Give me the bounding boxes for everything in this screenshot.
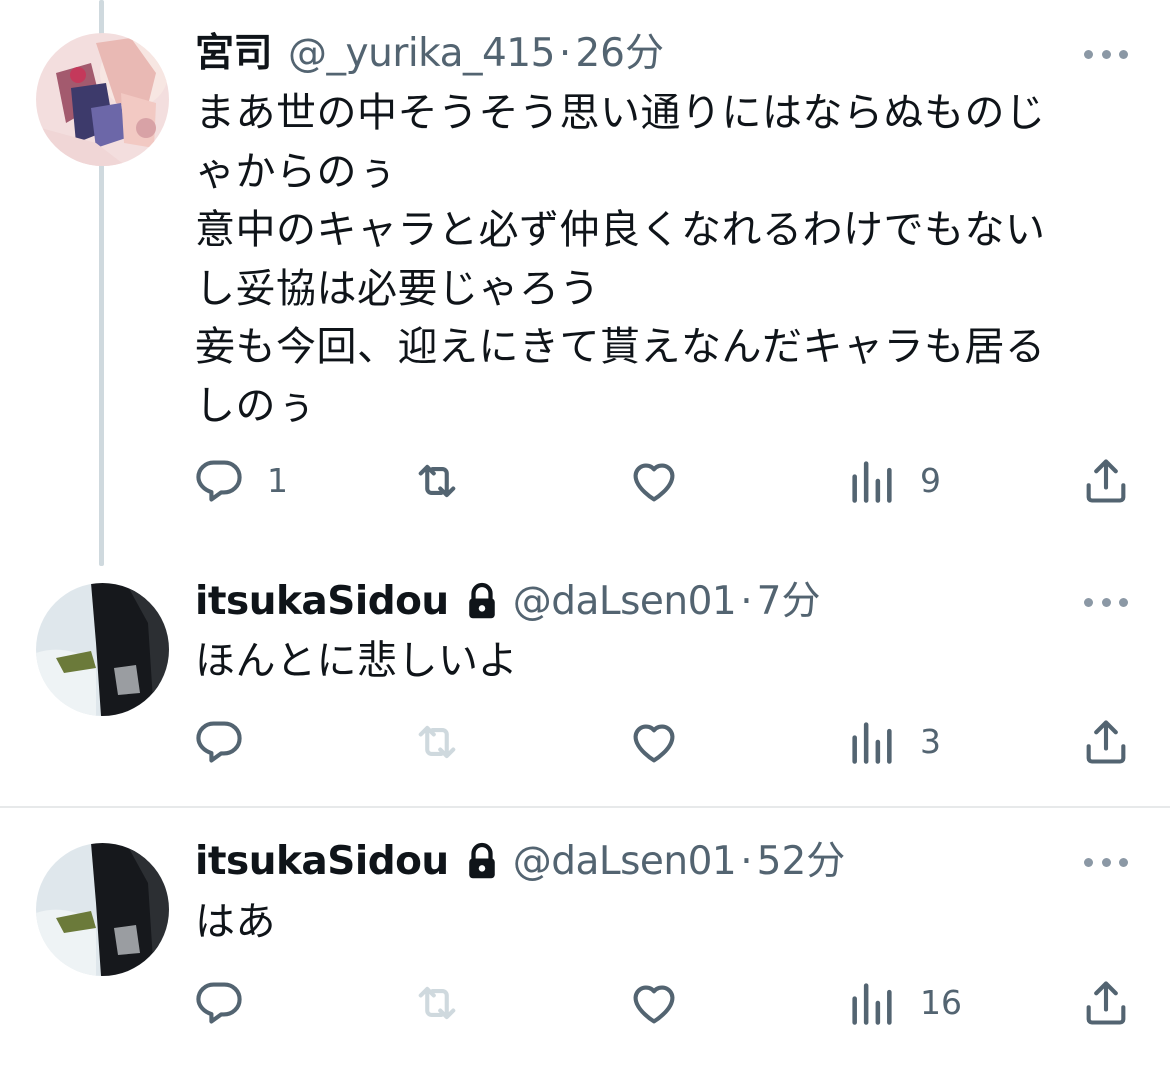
tweet-header: itsukaSidou @daLsen01 · 7分 xyxy=(195,576,820,628)
retweet-icon xyxy=(418,725,456,759)
more-options-button[interactable] xyxy=(1084,595,1128,609)
tweet-header: itsukaSidou @daLsen01 · 52分 xyxy=(195,836,845,888)
separator-dot: · xyxy=(558,31,572,76)
tweet-text-line: まあ世の中そうそう思い通りにはならぬものじ xyxy=(195,90,1046,136)
reply-count: 1 xyxy=(267,461,288,500)
user-handle[interactable]: @daLsen01 xyxy=(513,576,737,628)
views-icon xyxy=(852,461,892,503)
avatar-image xyxy=(36,33,169,166)
avatar-image xyxy=(36,583,169,716)
retweet-icon xyxy=(418,986,456,1020)
tweet-divider xyxy=(0,806,1170,808)
retweet-icon xyxy=(418,464,456,498)
share-button[interactable] xyxy=(1080,714,1132,770)
views-button[interactable]: 3 xyxy=(846,714,941,770)
tweet-text-line: し妥協は必要じゃろう xyxy=(195,265,600,312)
tweet-text: はあ xyxy=(195,893,1095,952)
avatar[interactable] xyxy=(36,843,169,976)
more-icon xyxy=(1084,49,1093,59)
user-handle[interactable]: @_yurika_415 xyxy=(288,28,555,80)
reply-icon xyxy=(196,982,242,1024)
tweet-text-line: 妾も今回、迎えにきて貰えなんだキャラも居る xyxy=(195,324,1046,370)
retweet-button xyxy=(411,714,463,770)
tweet-text-line: ほんとに悲しいよ xyxy=(195,638,519,684)
view-count: 16 xyxy=(920,983,962,1022)
avatar[interactable] xyxy=(36,33,169,166)
avatar-image xyxy=(36,843,169,976)
like-icon xyxy=(633,724,675,763)
share-icon xyxy=(1086,720,1126,764)
user-handle[interactable]: @daLsen01 xyxy=(513,836,737,888)
separator-dot: · xyxy=(740,579,753,624)
tweet-text-line: しのぅ xyxy=(195,382,317,429)
tweet-text-line: 意中のキャラと必ず仲良くなれるわけでもない xyxy=(195,207,1046,253)
protected-lock-icon xyxy=(468,842,495,879)
more-options-button[interactable] xyxy=(1084,855,1128,869)
display-name[interactable]: itsukaSidou xyxy=(195,576,449,628)
like-button[interactable] xyxy=(628,975,680,1031)
more-icon xyxy=(1084,597,1093,607)
timestamp[interactable]: 7分 xyxy=(757,576,821,628)
share-button[interactable] xyxy=(1080,453,1132,509)
separator-dot: · xyxy=(740,839,753,884)
share-icon xyxy=(1086,981,1126,1025)
reply-button[interactable] xyxy=(193,975,245,1031)
view-count: 9 xyxy=(920,461,941,500)
like-icon xyxy=(633,463,675,502)
views-button[interactable]: 9 xyxy=(846,453,941,509)
tweet-text: まあ世の中そうそう思い通りにはならぬものじ ゃからのぅ 意中のキャラと必ず仲良く… xyxy=(195,84,1095,435)
share-button[interactable] xyxy=(1080,975,1132,1031)
more-options-button[interactable] xyxy=(1084,47,1128,61)
share-icon xyxy=(1086,459,1126,503)
views-icon xyxy=(852,983,892,1025)
tweet-header: 宮司 @_yurika_415 · 26分 xyxy=(195,28,664,80)
reply-button[interactable]: 1 xyxy=(193,453,288,509)
display-name[interactable]: 宮司 xyxy=(195,28,273,80)
tweet-text: ほんとに悲しいよ xyxy=(195,632,1095,691)
display-name[interactable]: itsukaSidou xyxy=(195,836,449,888)
protected-lock-icon xyxy=(468,582,495,619)
avatar[interactable] xyxy=(36,583,169,716)
tweet-text-line: ゃからのぅ xyxy=(195,148,398,195)
tweet-actions: 16 xyxy=(0,975,1170,1031)
timestamp[interactable]: 26分 xyxy=(575,28,664,80)
retweet-button[interactable] xyxy=(411,453,463,509)
tweet-actions: 1 9 xyxy=(0,453,1170,509)
reply-button[interactable] xyxy=(193,714,245,770)
more-icon xyxy=(1084,857,1093,867)
reply-icon xyxy=(196,721,242,763)
view-count: 3 xyxy=(920,722,941,761)
like-icon xyxy=(633,985,675,1024)
views-button[interactable]: 16 xyxy=(846,975,962,1031)
reply-icon xyxy=(196,460,242,502)
tweet-text-line: はあ xyxy=(195,899,276,945)
timestamp[interactable]: 52分 xyxy=(757,836,846,888)
retweet-button xyxy=(411,975,463,1031)
views-icon xyxy=(852,722,892,764)
like-button[interactable] xyxy=(628,714,680,770)
tweet-actions: 3 xyxy=(0,714,1170,770)
like-button[interactable] xyxy=(628,453,680,509)
